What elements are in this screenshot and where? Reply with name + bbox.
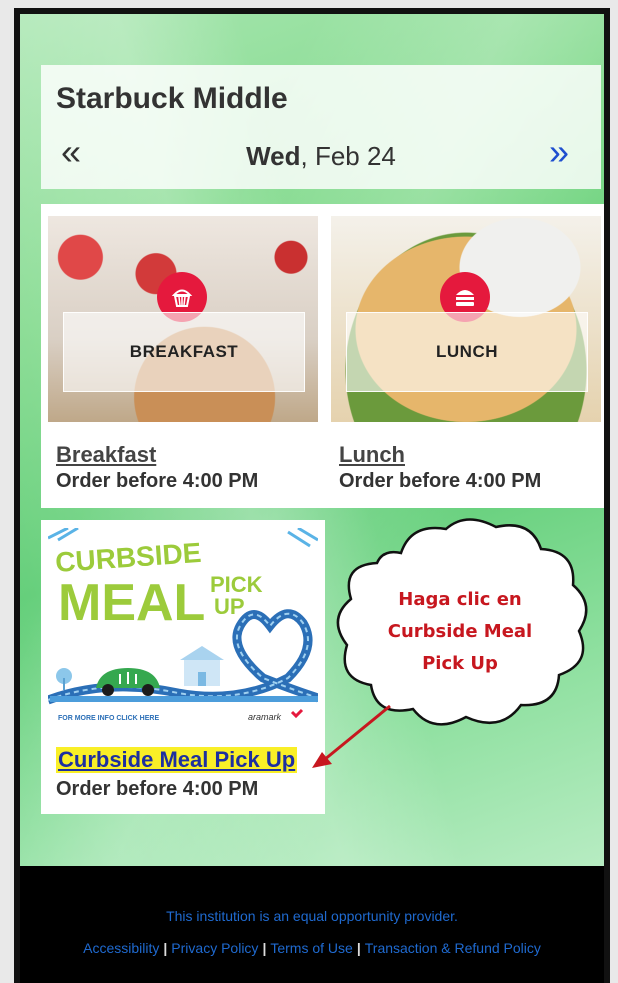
terms-of-use-link[interactable]: Terms of Use <box>270 940 352 956</box>
breakfast-banner: BREAKFAST <box>63 312 305 392</box>
more-info-text: FOR MORE INFO CLICK HERE <box>58 715 159 722</box>
footer-separator: | <box>163 940 168 956</box>
lunch-banner: LUNCH <box>346 312 588 392</box>
phone-frame: Starbuck Middle « Wed, Feb 24 » BREAKFAS… <box>14 8 610 983</box>
date-weekday: Wed <box>246 141 301 171</box>
lunch-order-deadline: Order before 4:00 PM <box>339 470 542 492</box>
footer-separator: | <box>262 940 267 956</box>
header-card: Starbuck Middle « Wed, Feb 24 » <box>41 65 601 189</box>
meal-word: MEAL <box>58 574 205 632</box>
curbside-panel: CURBSIDE MEAL PICK UP FOR MORE INFO CLIC… <box>41 520 325 814</box>
next-day-button[interactable]: » <box>549 134 569 170</box>
school-building-icon <box>180 646 224 686</box>
breakfast-tile[interactable]: BREAKFAST <box>48 216 318 422</box>
school-name: Starbuck Middle <box>56 82 288 115</box>
double-chevron-right-icon: » <box>549 131 570 172</box>
privacy-policy-link[interactable]: Privacy Policy <box>171 940 258 956</box>
footer: This institution is an equal opportunity… <box>20 866 604 983</box>
curbside-word: CURBSIDE <box>54 537 202 578</box>
equal-opportunity-note: This institution is an equal opportunity… <box>166 908 458 924</box>
lunch-link[interactable]: Lunch <box>339 442 405 468</box>
callout-line-1: Haga clic en <box>398 589 522 610</box>
aramark-logo: aramark <box>248 712 282 722</box>
up-word: UP <box>214 594 245 619</box>
accessibility-link[interactable]: Accessibility <box>83 940 159 956</box>
curbside-order-deadline: Order before 4:00 PM <box>56 778 259 800</box>
callout-line-3: Pick Up <box>422 653 498 674</box>
footer-separator: | <box>356 940 361 956</box>
callout-text: Haga clic en Curbside Meal Pick Up <box>365 584 555 680</box>
date-month-day: , Feb 24 <box>300 141 396 171</box>
lunch-tile[interactable]: LUNCH <box>331 216 601 422</box>
footer-links: Accessibility | Privacy Policy | Terms of Us… <box>20 938 604 958</box>
page-background: Starbuck Middle « Wed, Feb 24 » BREAKFAS… <box>20 14 604 866</box>
curbside-image[interactable]: CURBSIDE MEAL PICK UP FOR MORE INFO CLIC… <box>48 528 318 734</box>
transaction-refund-policy-link[interactable]: Transaction & Refund Policy <box>365 940 541 956</box>
callout-arrow <box>312 704 391 768</box>
breakfast-order-deadline: Order before 4:00 PM <box>56 470 259 492</box>
car-icon <box>96 668 160 696</box>
breakfast-link[interactable]: Breakfast <box>56 442 156 468</box>
current-date: Wed, Feb 24 <box>41 141 601 172</box>
menu-panel: BREAKFAST LUNCH Breakfast Order before 4… <box>41 204 604 508</box>
callout-line-2: Curbside Meal <box>387 621 533 642</box>
curbside-meal-link[interactable]: Curbside Meal Pick Up <box>56 747 298 773</box>
